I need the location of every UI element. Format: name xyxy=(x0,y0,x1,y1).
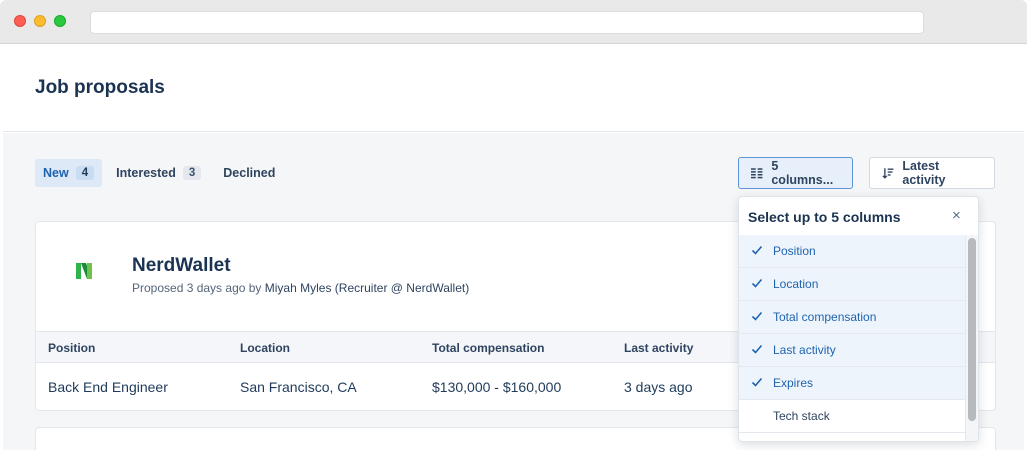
maximize-window-button[interactable] xyxy=(54,15,66,27)
column-option-label: Location xyxy=(773,277,819,291)
page-header: Job proposals xyxy=(3,44,1024,132)
columns-button[interactable]: 5 columns... xyxy=(738,157,853,189)
column-option-label: Expires xyxy=(773,376,814,390)
scrollbar-thumb[interactable] xyxy=(968,238,976,421)
check-icon xyxy=(751,278,763,288)
column-option-label: Total compensation xyxy=(773,310,877,324)
column-picker-dropdown: Select up to 5 columns × Position Locati… xyxy=(738,196,979,442)
proposal-tabs: New 4 Interested 3 Declined xyxy=(35,159,283,187)
tab-interested[interactable]: Interested 3 xyxy=(108,159,209,187)
column-option-tech-stack[interactable]: Tech stack xyxy=(739,400,965,433)
column-option-expires[interactable]: Expires xyxy=(739,367,965,400)
column-header-last-activity: Last activity xyxy=(624,341,694,355)
check-icon xyxy=(751,311,763,321)
sort-button-label: Latest activity xyxy=(902,159,946,187)
address-bar[interactable] xyxy=(90,11,924,34)
column-option-label: Position xyxy=(773,244,816,258)
column-option-position[interactable]: Position xyxy=(739,235,965,268)
column-option-label: Tech stack xyxy=(773,409,830,423)
column-option-label: Last activity xyxy=(773,343,836,357)
check-icon xyxy=(751,245,763,255)
column-header-location: Location xyxy=(240,341,290,355)
columns-icon xyxy=(751,167,763,178)
check-icon xyxy=(751,377,763,387)
page-title: Job proposals xyxy=(35,77,165,98)
tab-count-badge: 4 xyxy=(75,166,95,180)
column-header-position: Position xyxy=(48,341,96,355)
proposed-text: Proposed 3 days ago by xyxy=(132,281,265,295)
close-icon[interactable]: × xyxy=(952,207,961,224)
tab-label: Declined xyxy=(223,166,276,180)
column-option-last-activity[interactable]: Last activity xyxy=(739,334,965,367)
cell-location: San Francisco, CA xyxy=(240,379,357,395)
cell-position: Back End Engineer xyxy=(48,379,168,395)
close-window-button[interactable] xyxy=(14,15,26,27)
nerdwallet-logo xyxy=(76,263,92,279)
column-option-location[interactable]: Location xyxy=(739,268,965,301)
sort-button[interactable]: Latest activity xyxy=(869,157,995,189)
column-option-total-compensation[interactable]: Total compensation xyxy=(739,301,965,334)
cell-last-activity: 3 days ago xyxy=(624,379,693,395)
column-picker-title: Select up to 5 columns xyxy=(748,209,901,225)
cell-total-compensation: $130,000 - $160,000 xyxy=(432,379,562,395)
tab-count-badge: 3 xyxy=(182,166,202,180)
proposal-meta: Proposed 3 days ago by Miyah Myles (Recr… xyxy=(132,281,469,295)
tab-new[interactable]: New 4 xyxy=(35,159,103,187)
column-header-total-compensation: Total compensation xyxy=(432,341,545,355)
recruiter-name: Miyah Myles (Recruiter @ NerdWallet) xyxy=(264,281,470,295)
browser-chrome xyxy=(0,0,1027,44)
sort-icon xyxy=(882,168,894,179)
tab-declined[interactable]: Declined xyxy=(215,159,283,187)
column-options-list: Position Location Total compensation Las… xyxy=(739,235,965,441)
tab-label: Interested xyxy=(116,166,176,180)
check-icon xyxy=(751,344,763,354)
columns-button-label: 5 columns... xyxy=(771,159,834,187)
tab-label: New xyxy=(43,166,69,180)
company-name[interactable]: NerdWallet xyxy=(132,255,231,277)
minimize-window-button[interactable] xyxy=(34,15,46,27)
